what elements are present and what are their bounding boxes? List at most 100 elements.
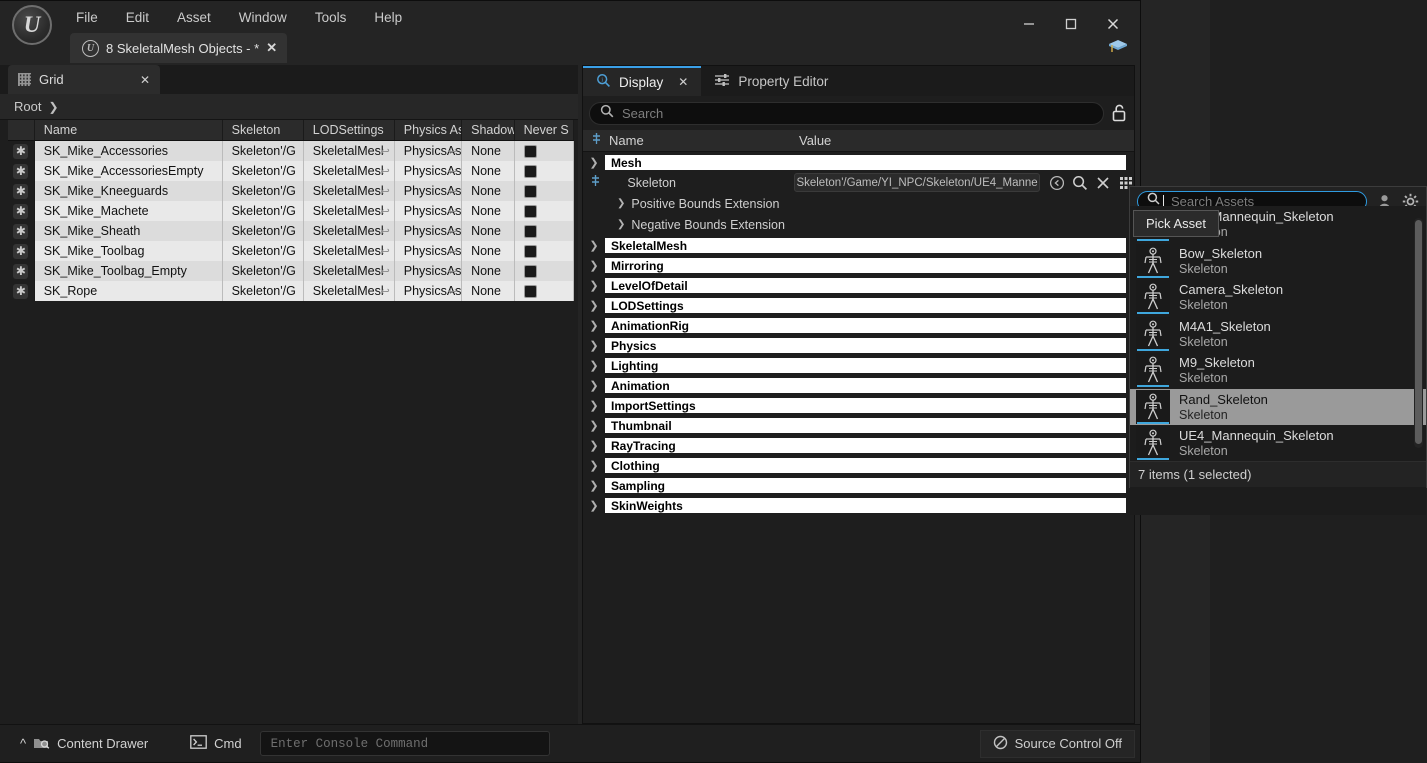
maximize-button[interactable] xyxy=(1050,9,1092,39)
table-header-physics[interactable]: Physics Ass xyxy=(395,120,463,140)
cell-never-stream[interactable] xyxy=(515,241,574,261)
revert-icon[interactable]: ↩ xyxy=(448,285,457,298)
table-row[interactable]: ✱ SK_Mike_Machete Skeleton'/G SkeletalMesl ↩… xyxy=(8,201,574,221)
revert-icon[interactable]: ↩ xyxy=(448,145,457,158)
document-tab-close-icon[interactable]: ✕ xyxy=(266,40,277,56)
cell-skeleton[interactable]: Skeleton'/G xyxy=(223,161,304,181)
revert-icon[interactable]: ↩ xyxy=(448,165,457,178)
table-row[interactable]: ✱ SK_Mike_Kneeguards Skeleton'/G SkeletalMe… xyxy=(8,181,574,201)
chevron-right-icon[interactable]: ❯ xyxy=(583,499,605,512)
cell-never-stream[interactable] xyxy=(515,281,574,301)
row-asset-icon[interactable]: ✱ xyxy=(8,181,35,201)
unreal-logo-icon[interactable]: U xyxy=(12,5,52,45)
property-row-positive-bounds[interactable]: ❯ Positive Bounds Extension xyxy=(583,193,1134,214)
chevron-right-icon[interactable]: ❯ xyxy=(583,379,605,392)
asset-list-scrollbar-thumb[interactable] xyxy=(1415,220,1422,444)
row-asset-icon[interactable]: ✱ xyxy=(8,241,35,261)
cell-shadow[interactable]: None xyxy=(462,181,515,201)
chevron-right-icon[interactable]: ❯ xyxy=(583,259,605,272)
cell-lodsettings[interactable]: SkeletalMesl ↩ xyxy=(304,281,395,301)
content-drawer-button[interactable]: ^ Content Drawer xyxy=(8,730,160,758)
never-stream-checkbox[interactable] xyxy=(523,224,537,238)
cell-lodsettings[interactable]: SkeletalMesl ↩ xyxy=(304,241,395,261)
console-command-input[interactable]: Enter Console Command xyxy=(259,731,550,756)
cell-lodsettings[interactable]: SkeletalMesl ↩ xyxy=(304,181,395,201)
clear-asset-icon[interactable] xyxy=(1095,175,1111,191)
cell-never-stream[interactable] xyxy=(515,181,574,201)
chevron-right-icon[interactable]: ❯ xyxy=(583,439,605,452)
category-animation[interactable]: ❯ Animation xyxy=(583,376,1134,395)
cell-physics-asset[interactable]: PhysicsAs ↩ xyxy=(395,261,463,281)
cell-skeleton[interactable]: Skeleton'/G xyxy=(223,221,304,241)
table-header-name[interactable]: Name xyxy=(35,120,223,140)
cell-physics-asset[interactable]: PhysicsAs ↩ xyxy=(395,201,463,221)
graduation-cap-icon[interactable] xyxy=(1108,39,1128,55)
cell-name[interactable]: SK_Mike_Toolbag xyxy=(35,241,223,261)
tab-property-editor[interactable]: Property Editor xyxy=(701,66,841,96)
never-stream-checkbox[interactable] xyxy=(523,264,537,278)
row-asset-icon[interactable]: ✱ xyxy=(8,221,35,241)
cell-lodsettings[interactable]: SkeletalMesl ↩ xyxy=(304,141,395,161)
category-levelofdetail[interactable]: ❯ LevelOfDetail xyxy=(583,276,1134,295)
cell-name[interactable]: SK_Mike_Accessories xyxy=(35,141,223,161)
cell-skeleton[interactable]: Skeleton'/G xyxy=(223,141,304,161)
revert-icon[interactable]: ↩ xyxy=(448,265,457,278)
menu-item-file[interactable]: File xyxy=(62,7,112,28)
asset-list-scrollbar[interactable] xyxy=(1414,218,1423,448)
cell-physics-asset[interactable]: PhysicsAs ↩ xyxy=(395,141,463,161)
chevron-right-icon-negative[interactable]: ❯ xyxy=(617,219,625,230)
never-stream-checkbox[interactable] xyxy=(523,164,537,178)
cell-skeleton[interactable]: Skeleton'/G xyxy=(223,261,304,281)
chevron-right-icon[interactable]: ❯ xyxy=(583,299,605,312)
chevron-right-icon[interactable]: ❯ xyxy=(583,459,605,472)
table-header-shadow[interactable]: Shadow xyxy=(462,120,515,140)
revert-icon[interactable]: ↩ xyxy=(448,185,457,198)
revert-icon[interactable]: ↩ xyxy=(381,285,390,298)
category-skinweights[interactable]: ❯ SkinWeights xyxy=(583,496,1134,515)
cell-never-stream[interactable] xyxy=(515,261,574,281)
tab-display-close-icon[interactable]: ✕ xyxy=(678,75,688,89)
cmd-button[interactable]: Cmd xyxy=(178,730,253,758)
cell-lodsettings[interactable]: SkeletalMesl ↩ xyxy=(304,201,395,221)
pin-icon-skeleton[interactable] xyxy=(583,174,608,192)
revert-icon[interactable]: ↩ xyxy=(448,225,457,238)
never-stream-checkbox[interactable] xyxy=(523,244,537,258)
cell-skeleton[interactable]: Skeleton'/G xyxy=(223,241,304,261)
chevron-right-icon[interactable]: ❯ xyxy=(583,279,605,292)
table-header-neverstream[interactable]: Never S xyxy=(515,120,574,140)
property-row-negative-bounds[interactable]: ❯ Negative Bounds Extension xyxy=(583,214,1134,235)
category-skeletalmesh[interactable]: ❯ SkeletalMesh xyxy=(583,236,1134,255)
cell-skeleton[interactable]: Skeleton'/G xyxy=(223,181,304,201)
menu-item-tools[interactable]: Tools xyxy=(301,7,361,28)
chevron-right-icon-positive[interactable]: ❯ xyxy=(617,198,625,209)
tab-grid-close-icon[interactable]: ✕ xyxy=(140,73,150,87)
chevron-right-icon[interactable]: ❯ xyxy=(583,359,605,372)
cell-shadow[interactable]: None xyxy=(462,201,515,221)
minimize-button[interactable] xyxy=(1008,9,1050,39)
browse-back-icon[interactable] xyxy=(1049,175,1065,191)
document-tab[interactable]: U 8 SkeletalMesh Objects - * ✕ xyxy=(70,33,288,63)
cell-physics-asset[interactable]: PhysicsAs ↩ xyxy=(395,281,463,301)
cell-shadow[interactable]: None xyxy=(462,161,515,181)
revert-icon[interactable]: ↩ xyxy=(448,205,457,218)
tab-grid[interactable]: Grid ✕ xyxy=(8,65,160,94)
cell-name[interactable]: SK_Mike_Kneeguards xyxy=(35,181,223,201)
cell-skeleton[interactable]: Skeleton'/G xyxy=(223,281,304,301)
chevron-right-icon[interactable]: ❯ xyxy=(583,479,605,492)
table-row[interactable]: ✱ SK_Rope Skeleton'/G SkeletalMesl ↩ PhysicsA… xyxy=(8,281,574,301)
row-asset-icon[interactable]: ✱ xyxy=(8,141,35,161)
asset-list-item[interactable]: Rand_Skeleton Skeleton xyxy=(1130,388,1426,425)
category-mirroring[interactable]: ❯ Mirroring xyxy=(583,256,1134,275)
category-mesh[interactable]: ❯ Mesh xyxy=(583,153,1134,172)
category-animationrig[interactable]: ❯ AnimationRig xyxy=(583,316,1134,335)
category-lighting[interactable]: ❯ Lighting xyxy=(583,356,1134,375)
revert-icon[interactable]: ↩ xyxy=(381,265,390,278)
cell-physics-asset[interactable]: PhysicsAs ↩ xyxy=(395,221,463,241)
table-row[interactable]: ✱ SK_Mike_AccessoriesEmpty Skeleton'/G Skel… xyxy=(8,161,574,181)
cell-name[interactable]: SK_Rope xyxy=(35,281,223,301)
table-header-lodsettings[interactable]: LODSettings xyxy=(304,120,395,140)
cell-physics-asset[interactable]: PhysicsAs ↩ xyxy=(395,181,463,201)
table-row[interactable]: ✱ SK_Mike_Toolbag_Empty Skeleton'/G Skeleta… xyxy=(8,261,574,281)
revert-icon[interactable]: ↩ xyxy=(381,165,390,178)
cell-physics-asset[interactable]: PhysicsAs ↩ xyxy=(395,161,463,181)
